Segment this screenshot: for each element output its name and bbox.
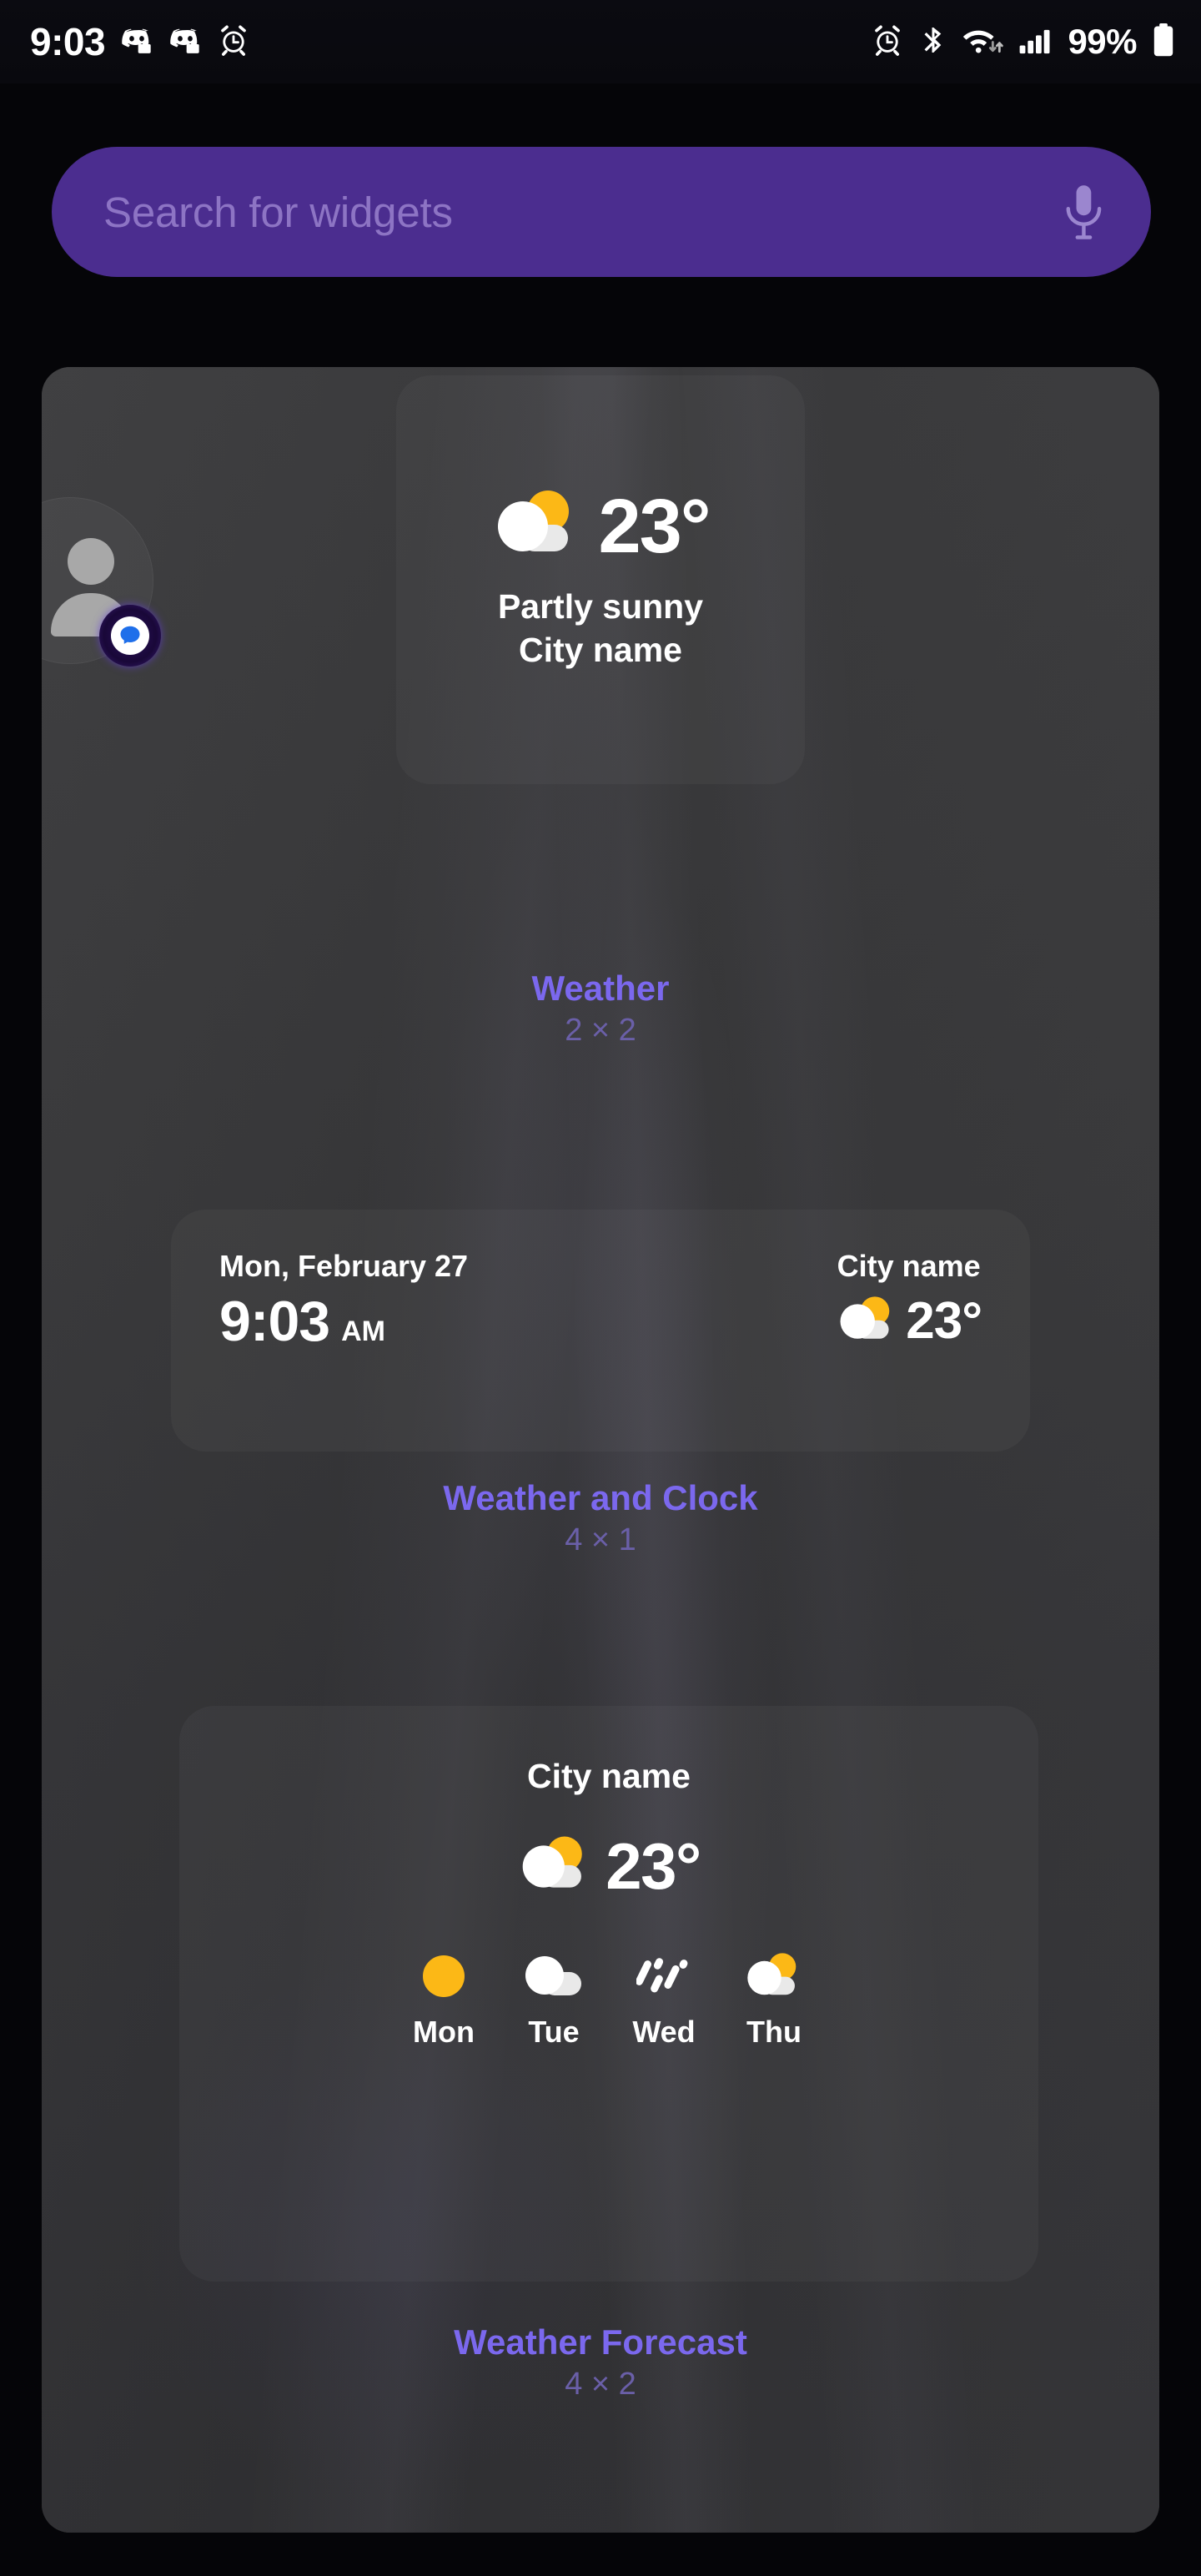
rainy-icon <box>636 1950 691 2002</box>
status-bar-right: 99% <box>871 23 1176 62</box>
clock-date: Mon, February 27 <box>219 1249 469 1283</box>
clock-weather-group: City name 23° <box>836 1250 982 1349</box>
chat-bubble-badge <box>99 605 161 667</box>
forecast-day-label: Mon <box>413 2015 475 2050</box>
battery-icon <box>1151 23 1176 62</box>
forecast-day-label: Wed <box>632 2015 696 2050</box>
microphone-icon[interactable] <box>1059 182 1108 242</box>
wifi-icon <box>962 23 1004 61</box>
clock-time-row: 9:03 AM <box>219 1293 468 1350</box>
search-input[interactable]: Search for widgets <box>52 147 1151 277</box>
sunny-icon <box>422 1950 465 2002</box>
weather-summary-row: 23° <box>491 483 711 569</box>
search-section: Search for widgets <box>0 140 1201 282</box>
widget-size: 4 × 1 <box>565 1522 636 1558</box>
widget-preview-weather-forecast[interactable]: City name 23° Mon Tue Wed Thu <box>179 1706 1038 2282</box>
avatar-head <box>68 538 114 585</box>
widget-preview-weather[interactable]: 23° Partly sunny City name <box>396 375 805 784</box>
alarm-clock-icon <box>871 23 904 61</box>
chat-bubble-icon <box>111 616 149 655</box>
forecast-city: City name <box>527 1757 691 1795</box>
discord-icon <box>120 23 153 61</box>
widget-list: 23° Partly sunny City name Weather 2 × 2… <box>42 367 1159 2533</box>
widget-size: 4 × 2 <box>565 2367 636 2402</box>
partly-sunny-icon <box>491 488 583 564</box>
forecast-day-item: Tue <box>499 1950 609 2047</box>
forecast-current-row: 23° <box>517 1829 701 1904</box>
forecast-days-row: Mon Tue Wed Thu <box>389 1950 829 2047</box>
forecast-day-item: Mon <box>389 1950 499 2047</box>
forecast-day-label: Thu <box>746 2015 802 2050</box>
weather-city: City name <box>519 631 682 669</box>
cellular-signal-icon <box>1018 23 1053 61</box>
widget-label-weather: Weather 2 × 2 <box>42 969 1159 1051</box>
clock-ampm: AM <box>341 1315 385 1347</box>
weather-temperature: 23° <box>598 483 711 569</box>
widget-name: Weather Forecast <box>454 2322 747 2362</box>
search-placeholder-text: Search for widgets <box>103 188 453 236</box>
widget-preview-weather-and-clock[interactable]: Mon, February 27 9:03 AM City name 23° <box>171 1210 1030 1452</box>
clock-left-group: Mon, February 27 9:03 AM <box>219 1250 468 1350</box>
weather-condition: Partly sunny <box>497 586 704 626</box>
clock-temperature: 23° <box>906 1292 982 1351</box>
forecast-day-item: Wed <box>609 1950 719 2047</box>
partly-sunny-icon <box>836 1295 899 1349</box>
clock-city: City name <box>837 1249 981 1283</box>
battery-percent-label: 99% <box>1068 22 1137 61</box>
widget-label-weather-and-clock: Weather and Clock 4 × 1 <box>42 1478 1159 1561</box>
cloudy-icon <box>525 1950 583 2002</box>
forecast-temperature: 23° <box>606 1829 701 1904</box>
alarm-clock-icon <box>217 23 250 61</box>
status-bar-left: 9:03 <box>30 23 250 61</box>
status-bar: 9:03 99% <box>0 0 1201 83</box>
partly-sunny-icon <box>517 1834 594 1899</box>
profile-avatar[interactable] <box>42 497 161 667</box>
forecast-day-item: Thu <box>719 1950 829 2047</box>
partly-sunny-icon <box>741 1950 807 2002</box>
widget-name: Weather <box>531 969 670 1008</box>
clock-temp-row: 23° <box>836 1295 982 1349</box>
clock-time: 9:03 <box>219 1289 330 1353</box>
discord-icon <box>168 23 202 61</box>
widget-name: Weather and Clock <box>443 1478 758 1517</box>
widget-size: 2 × 2 <box>565 1013 636 1049</box>
widget-label-weather-forecast: Weather Forecast 4 × 2 <box>42 2322 1159 2405</box>
bluetooth-icon <box>918 23 948 61</box>
status-bar-clock: 9:03 <box>30 20 106 63</box>
widget-picker-panel[interactable]: 23° Partly sunny City name Weather 2 × 2… <box>42 367 1159 2533</box>
forecast-day-label: Tue <box>528 2015 580 2050</box>
